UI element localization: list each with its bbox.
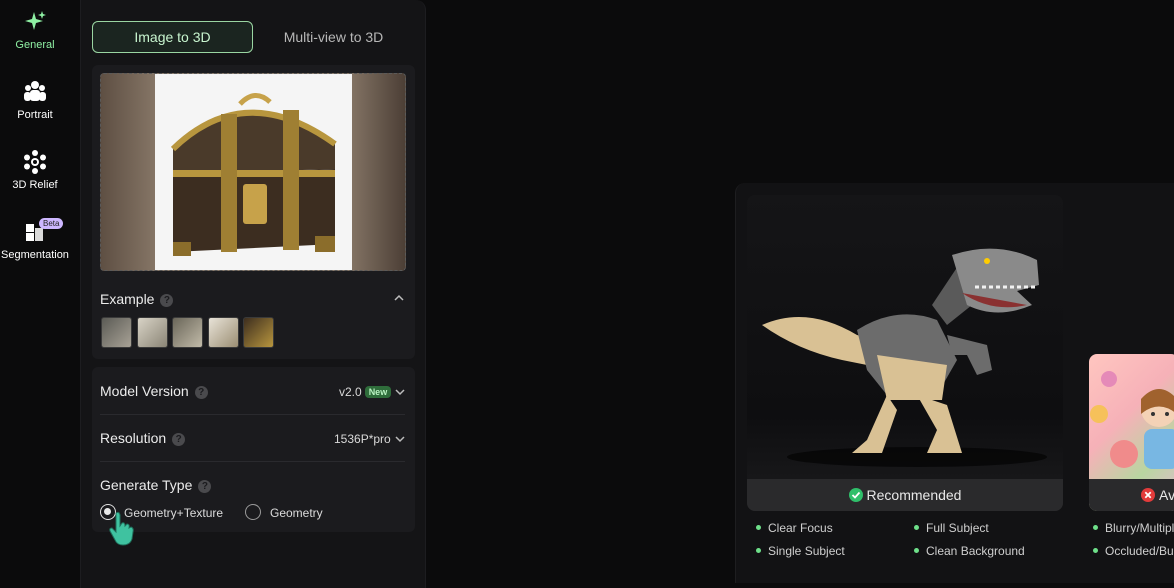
model-version-label-text: Model Version	[100, 383, 189, 399]
tab-image-to-3d[interactable]: Image to 3D	[92, 21, 253, 53]
recommended-point: Single Subject	[756, 544, 845, 558]
flower-doll-image	[1090, 371, 1174, 469]
beta-badge: Beta	[39, 218, 64, 229]
people-icon	[24, 81, 46, 101]
hand-cursor-icon	[109, 511, 134, 546]
generation-panel: Image to 3D Multi-view to 3D Example ? M…	[80, 0, 426, 588]
resolution-value: 1536P*pro	[334, 432, 391, 446]
divider	[100, 461, 405, 462]
example-thumbnail-1[interactable]	[101, 317, 132, 348]
chevron-down-icon[interactable]	[394, 434, 406, 444]
nav-item-portrait[interactable]: Portrait	[0, 79, 70, 121]
generate-type-label-text: Generate Type	[100, 477, 193, 493]
resolution-label: Resolution?	[100, 430, 186, 446]
avoid-label: Av	[1159, 487, 1174, 503]
check-circle-icon	[848, 488, 863, 502]
x-circle-icon	[1141, 488, 1155, 502]
tab-multiview-to-3d[interactable]: Multi-view to 3D	[253, 21, 414, 53]
recommended-point: Clean Background	[914, 544, 1025, 558]
help-icon[interactable]: ?	[198, 480, 212, 493]
chevron-up-icon[interactable]	[393, 293, 405, 303]
resolution-label-text: Resolution	[100, 430, 167, 446]
chevron-down-icon[interactable]	[394, 387, 406, 397]
radio-label-geometry: Geometry	[270, 506, 323, 520]
nav-item-general[interactable]: General	[0, 9, 70, 51]
nav-label-general: General	[15, 39, 55, 51]
avoid-example-card: Av	[1089, 354, 1174, 511]
resolution-select[interactable]: 1536P*pro	[334, 432, 391, 446]
generate-type-label: Generate Type?	[100, 477, 212, 493]
nav-item-3d-relief[interactable]: 3D Relief	[0, 149, 70, 191]
model-version-select[interactable]: v2.0 New	[339, 385, 392, 399]
avoid-point: Occluded/Bus	[1093, 544, 1174, 558]
recommended-label: Recommended	[866, 487, 962, 503]
nav-label-segmentation: Segmentation	[1, 249, 69, 261]
new-badge: New	[364, 386, 392, 398]
image-upload-area[interactable]	[100, 73, 406, 271]
avoid-point: Blurry/Multipl	[1093, 521, 1174, 535]
uploaded-image	[155, 74, 352, 270]
left-navigation: General Portrait 3D Relief Segmentation …	[0, 0, 80, 588]
sparkle-icon	[25, 11, 46, 30]
model-version-value: v2.0	[339, 385, 362, 399]
recommended-point: Full Subject	[914, 521, 989, 535]
example-thumbnail-3[interactable]	[172, 317, 203, 348]
example-label-text: Example	[100, 291, 155, 307]
model-version-label: Model Version?	[100, 383, 208, 399]
example-thumbnail-5[interactable]	[243, 317, 274, 348]
radio-label-geometry-texture: Geometry+Texture	[124, 506, 224, 520]
help-icon[interactable]: ?	[194, 386, 208, 399]
example-thumbnail-4[interactable]	[208, 317, 239, 348]
nav-label-portrait: Portrait	[17, 109, 53, 121]
image-input-card: Example?	[92, 65, 415, 359]
example-thumbnail-2[interactable]	[137, 317, 168, 348]
avoid-bar: Av	[1089, 479, 1174, 511]
recommended-example-card: Recommended	[747, 195, 1063, 511]
radio-geometry[interactable]	[245, 504, 261, 520]
treasure-chest-image	[170, 93, 337, 256]
example-label: Example?	[100, 291, 174, 307]
recommended-point: Clear Focus	[756, 521, 833, 535]
divider	[100, 414, 405, 415]
help-icon[interactable]: ?	[160, 294, 174, 307]
nav-label-3d-relief: 3D Relief	[12, 179, 58, 191]
help-icon[interactable]: ?	[172, 433, 186, 446]
lego-dinosaur-image	[762, 248, 1047, 467]
gear-icon	[24, 150, 46, 174]
recommended-bar: Recommended	[747, 479, 1063, 511]
